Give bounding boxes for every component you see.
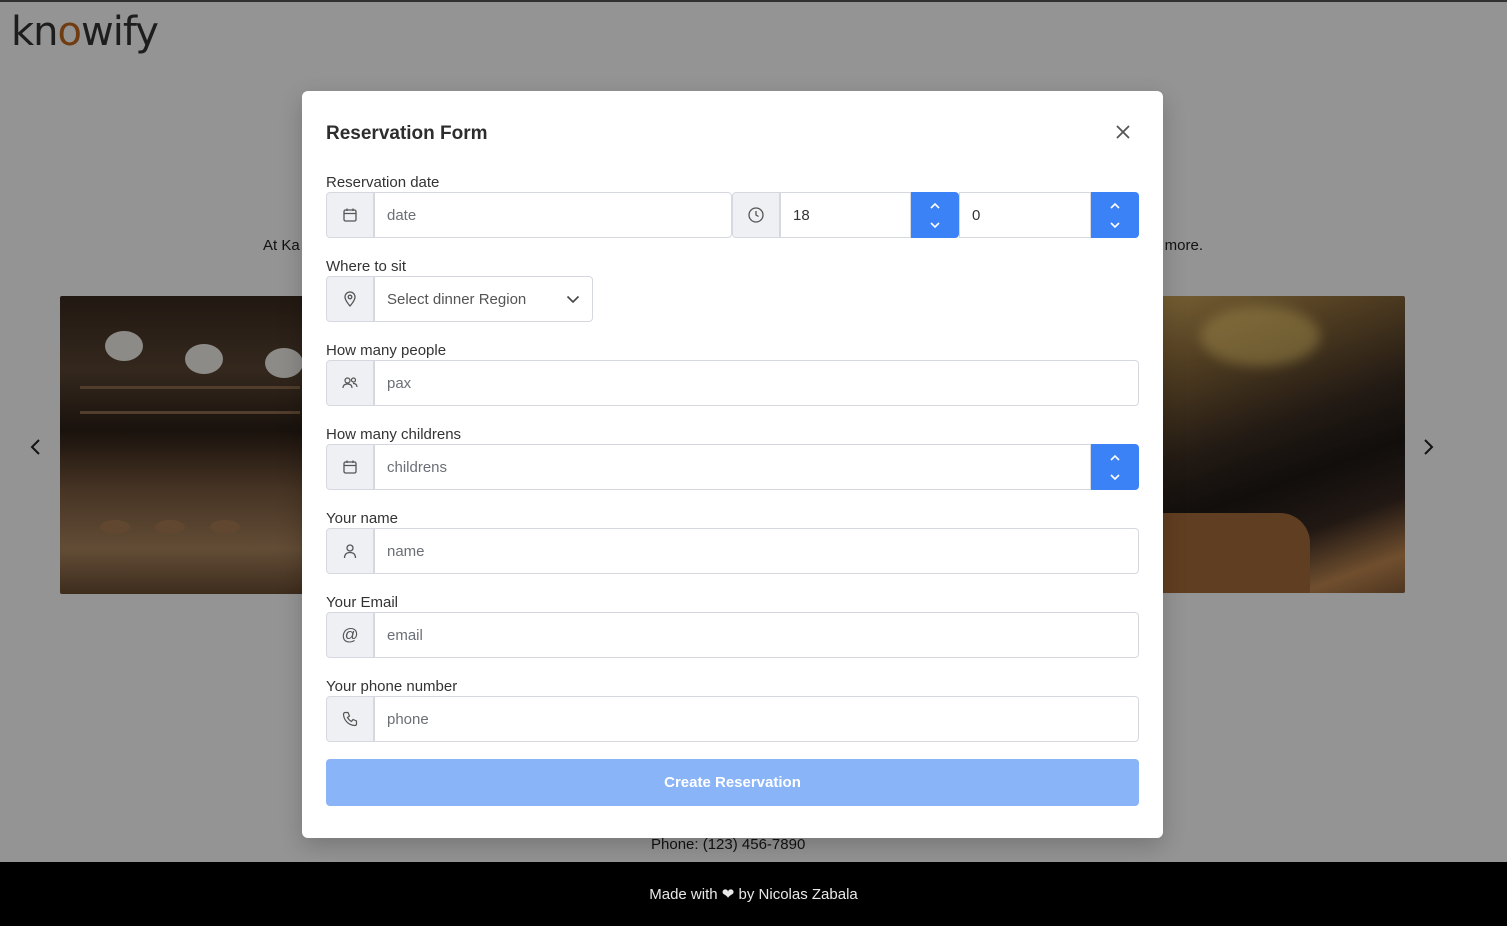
chevron-up-icon[interactable] <box>1109 202 1121 210</box>
people-label: How many people <box>326 342 447 359</box>
close-icon <box>1116 125 1130 139</box>
chevron-down-icon[interactable] <box>929 221 941 229</box>
clock-icon <box>748 207 764 223</box>
minute-input[interactable] <box>959 192 1091 238</box>
at-sign-icon: @ <box>341 625 359 644</box>
region-addon <box>326 276 374 322</box>
calendar-icon <box>343 208 357 222</box>
phone-icon <box>342 711 358 727</box>
heart-icon: ❤ <box>721 886 735 903</box>
date-input[interactable] <box>374 192 732 238</box>
name-label: Your name <box>326 510 398 527</box>
name-addon <box>326 528 374 574</box>
name-input[interactable] <box>374 528 1139 574</box>
user-icon <box>343 544 357 559</box>
reservation-modal: Reservation Form Reservation date Where … <box>302 91 1163 838</box>
footer-made-with: Made with <box>649 886 718 903</box>
region-select[interactable]: Select dinner Region <box>374 276 593 322</box>
email-input[interactable] <box>374 612 1139 658</box>
region-select-value: Select dinner Region <box>387 290 527 308</box>
children-stepper[interactable] <box>1091 444 1139 490</box>
region-label: Where to sit <box>326 258 407 275</box>
time-addon <box>732 192 780 238</box>
users-icon <box>342 377 358 389</box>
minute-stepper[interactable] <box>1091 192 1139 238</box>
chevron-up-icon[interactable] <box>929 202 941 210</box>
create-reservation-button[interactable]: Create Reservation <box>326 759 1139 806</box>
email-addon: @ <box>326 612 374 658</box>
phone-addon <box>326 696 374 742</box>
hour-input[interactable] <box>780 192 911 238</box>
people-addon <box>326 360 374 406</box>
hour-stepper[interactable] <box>911 192 959 238</box>
children-input[interactable] <box>374 444 1091 490</box>
children-label: How many childrens <box>326 426 462 443</box>
footer-author: by Nicolas Zabala <box>738 886 858 903</box>
date-addon <box>326 192 374 238</box>
children-addon <box>326 444 374 490</box>
chevron-up-icon[interactable] <box>1109 454 1121 462</box>
calendar-icon <box>343 460 357 474</box>
close-button[interactable] <box>1112 121 1134 143</box>
chevron-down-icon <box>566 295 580 303</box>
reservation-date-label: Reservation date <box>326 174 440 191</box>
phone-input[interactable] <box>374 696 1139 742</box>
site-footer: Made with ❤ by Nicolas Zabala <box>0 862 1507 926</box>
people-input[interactable] <box>374 360 1139 406</box>
phone-label: Your phone number <box>326 678 458 695</box>
chevron-down-icon[interactable] <box>1109 221 1121 229</box>
chevron-down-icon[interactable] <box>1109 473 1121 481</box>
map-pin-icon <box>344 291 356 307</box>
modal-title: Reservation Form <box>326 123 488 144</box>
email-label: Your Email <box>326 594 398 611</box>
